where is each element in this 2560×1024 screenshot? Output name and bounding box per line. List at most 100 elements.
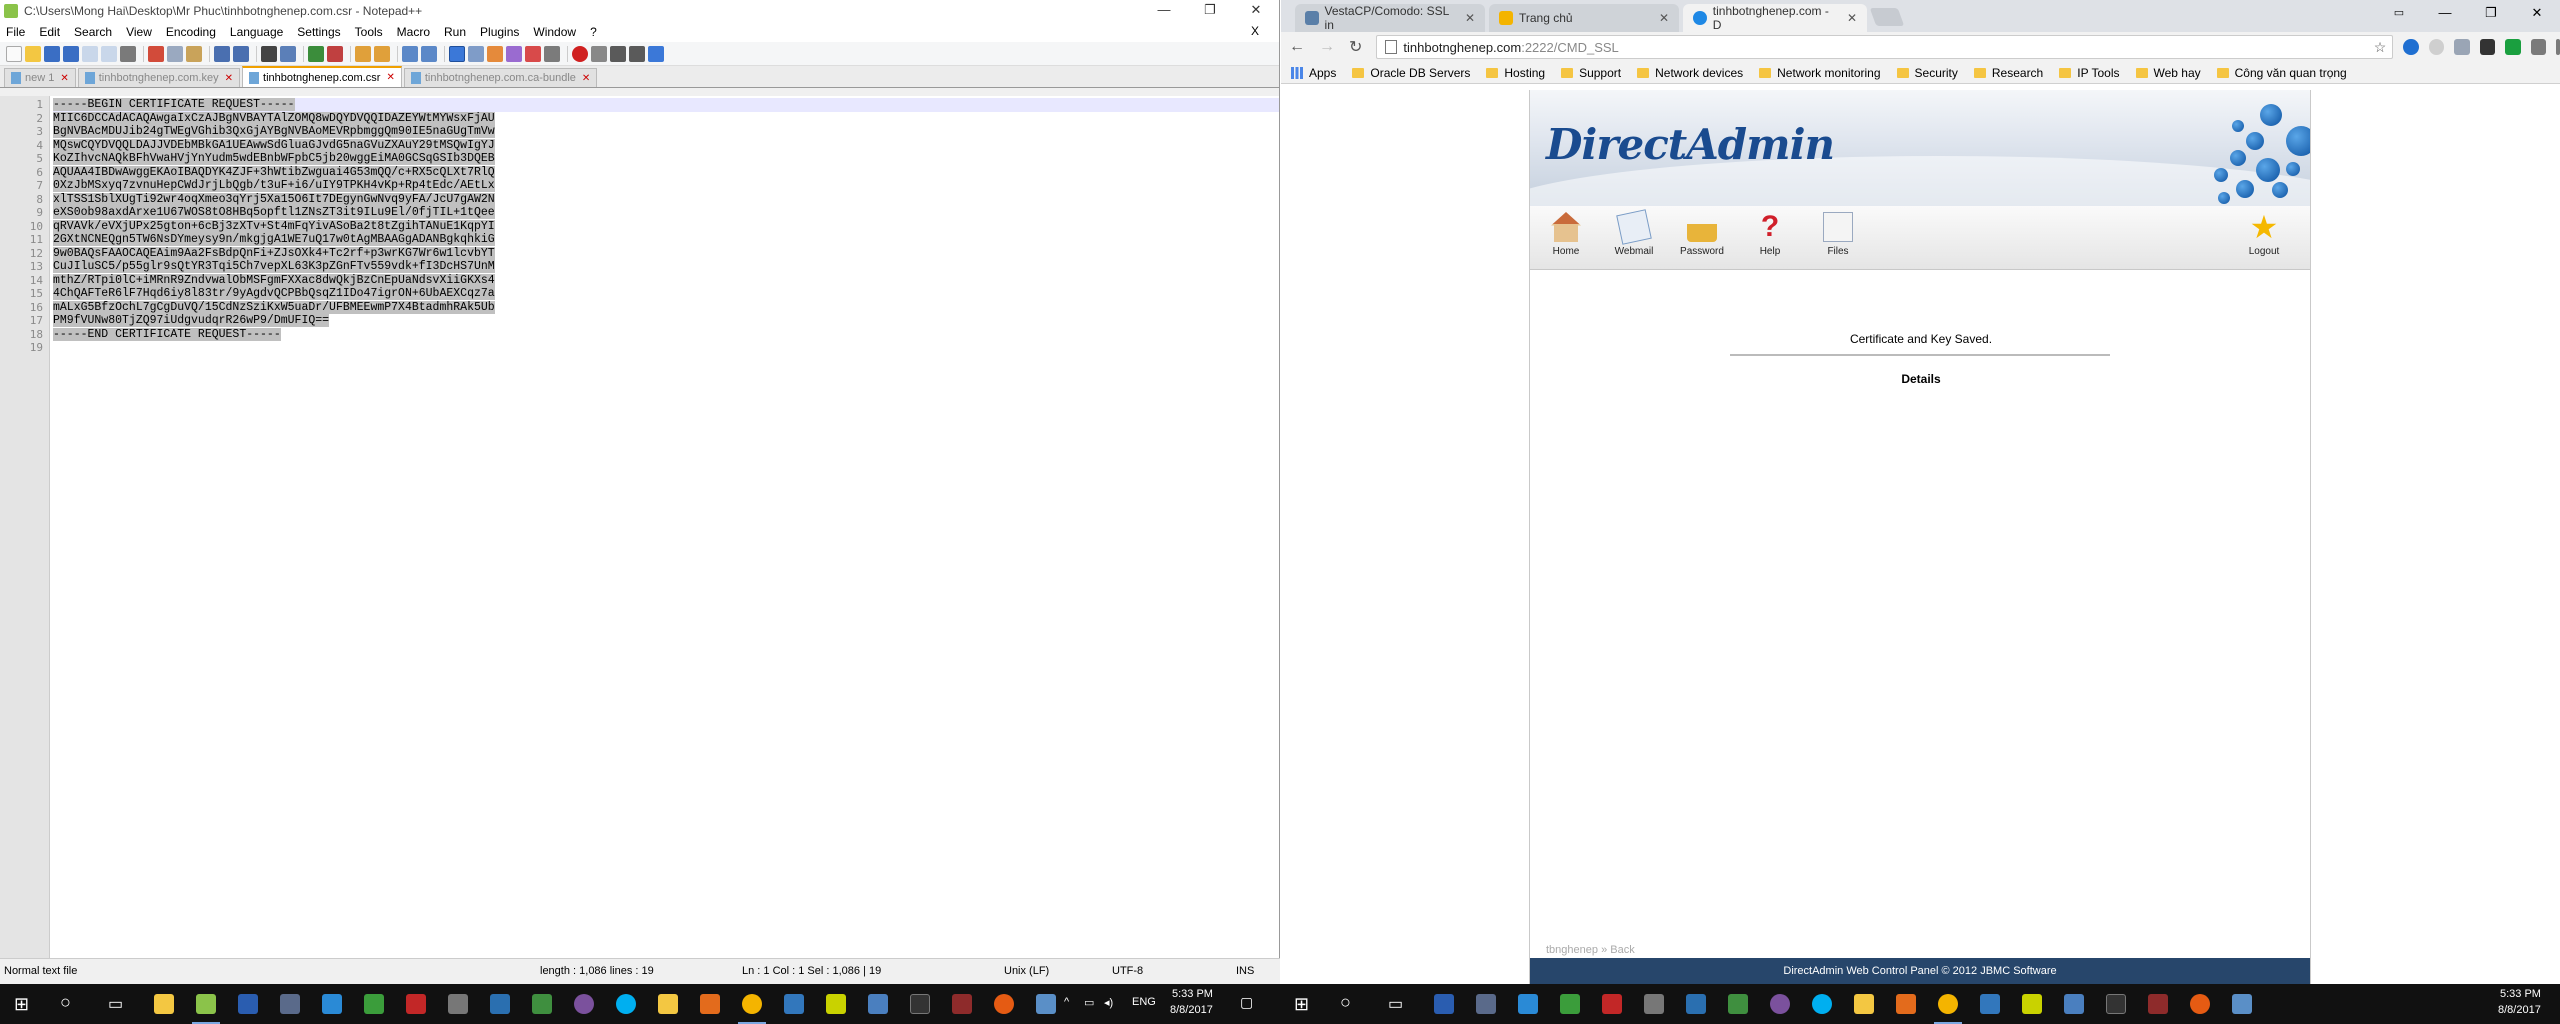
save-all-icon[interactable]	[63, 45, 79, 62]
nav-password[interactable]: Password	[1672, 212, 1732, 257]
skype-icon[interactable]	[1812, 994, 1832, 1014]
menu-help[interactable]: ?	[590, 25, 597, 39]
filezilla-icon[interactable]	[406, 994, 426, 1014]
new-file-icon[interactable]	[6, 45, 22, 62]
copy-icon[interactable]	[167, 45, 183, 62]
back-link[interactable]: Back	[1610, 944, 1634, 956]
close-tab-icon[interactable]: ✕	[1659, 11, 1669, 25]
record-macro-icon[interactable]	[572, 45, 588, 62]
print-icon[interactable]	[120, 45, 136, 62]
bookmark-folder[interactable]: Security	[1896, 66, 1958, 80]
file-explorer-icon[interactable]	[154, 994, 174, 1014]
zoom-in-icon[interactable]	[308, 45, 324, 62]
tab-key-file[interactable]: tinhbotnghenep.com.key ✕	[77, 68, 241, 87]
close-file-icon[interactable]	[82, 45, 98, 62]
app-icon[interactable]	[2232, 994, 2252, 1014]
app-icon[interactable]	[490, 994, 510, 1014]
app-icon[interactable]	[868, 994, 888, 1014]
task-view-icon[interactable]: ▭	[108, 994, 123, 1014]
bookmark-folder[interactable]: Network devices	[1637, 66, 1743, 80]
skype-icon[interactable]	[616, 994, 636, 1014]
bookmark-folder[interactable]: Oracle DB Servers	[1352, 66, 1470, 80]
powershell-icon[interactable]	[238, 994, 258, 1014]
app-icon[interactable]	[1476, 994, 1496, 1014]
sync-horizontal-icon[interactable]	[374, 45, 390, 62]
show-all-chars-icon[interactable]	[421, 45, 437, 62]
text-editor[interactable]: 1 2 3 4 5 6 7 8 9 10 11 12 13 14 15 16 17 18 19 -----BEGIN…	[0, 96, 1279, 958]
app-icon[interactable]	[2064, 994, 2084, 1014]
chrome-tab-trang-chu[interactable]: Trang chủ ✕	[1489, 4, 1679, 32]
firefox-icon[interactable]	[2190, 994, 2210, 1014]
filezilla-icon[interactable]	[1602, 994, 1622, 1014]
chrome-menu-icon[interactable]	[2556, 39, 2560, 55]
user-lang-icon[interactable]	[468, 45, 484, 62]
bookmark-folder[interactable]: Công văn quan trọng	[2216, 66, 2347, 80]
close-document-button[interactable]: X	[1251, 24, 1259, 38]
folder-as-workspace-icon[interactable]	[525, 45, 541, 62]
indent-guide-icon[interactable]	[449, 45, 465, 62]
page-info-icon[interactable]	[1385, 40, 1398, 54]
app-icon[interactable]	[1036, 994, 1056, 1014]
open-file-icon[interactable]	[25, 45, 41, 62]
replace-icon[interactable]	[280, 45, 296, 62]
extension-icon[interactable]	[2530, 39, 2547, 55]
bookmark-star-icon[interactable]: ☆	[2374, 39, 2387, 56]
save-icon[interactable]	[44, 45, 60, 62]
reload-button[interactable]: ↻	[1349, 37, 1362, 57]
minimize-button[interactable]: —	[2422, 0, 2468, 26]
menu-plugins[interactable]: Plugins	[480, 25, 519, 39]
tab-csr-file[interactable]: tinhbotnghenep.com.csr ✕	[242, 66, 402, 87]
app-icon[interactable]	[322, 994, 342, 1014]
app-icon[interactable]	[952, 994, 972, 1014]
cmd-icon[interactable]	[910, 994, 930, 1014]
forward-button[interactable]: →	[1319, 38, 1335, 56]
close-tab-icon[interactable]: ✕	[60, 73, 68, 84]
app-icon[interactable]	[532, 994, 552, 1014]
search-icon[interactable]: ○	[1340, 992, 1351, 1013]
zoom-out-icon[interactable]	[327, 45, 343, 62]
chrome-taskbar-icon[interactable]	[742, 994, 762, 1014]
function-list-icon[interactable]	[506, 45, 522, 62]
run-macro-multiple-icon[interactable]	[629, 45, 645, 62]
menu-settings[interactable]: Settings	[297, 25, 340, 39]
close-button[interactable]: ✕	[1233, 0, 1279, 22]
network-icon[interactable]: ▭	[1084, 996, 1094, 1009]
find-icon[interactable]	[261, 45, 277, 62]
word-wrap-icon[interactable]	[402, 45, 418, 62]
close-button[interactable]: ✕	[2514, 0, 2560, 26]
app-icon[interactable]	[826, 994, 846, 1014]
nav-files[interactable]: Files	[1808, 212, 1868, 257]
menu-macro[interactable]: Macro	[397, 25, 430, 39]
app-icon[interactable]	[1560, 994, 1580, 1014]
menu-tools[interactable]: Tools	[355, 25, 383, 39]
powershell-icon[interactable]	[1434, 994, 1454, 1014]
viber-icon[interactable]	[1770, 994, 1790, 1014]
viber-icon[interactable]	[574, 994, 594, 1014]
close-tab-icon[interactable]: ✕	[1847, 11, 1857, 25]
bookmark-folder[interactable]: IP Tools	[2059, 66, 2120, 80]
chrome-tab-directadmin[interactable]: tinhbotnghenep.com - D ✕	[1683, 4, 1867, 32]
task-view-icon[interactable]: ▭	[1388, 994, 1403, 1014]
bookmark-folder[interactable]: Network monitoring	[1759, 66, 1881, 80]
app-icon[interactable]	[1728, 994, 1748, 1014]
close-tab-icon[interactable]: ✕	[582, 73, 590, 84]
nav-home[interactable]: Home	[1536, 212, 1596, 257]
undo-icon[interactable]	[214, 45, 230, 62]
extension-icon[interactable]	[2479, 39, 2496, 55]
app-icon[interactable]	[784, 994, 804, 1014]
extension-icon[interactable]	[2454, 39, 2470, 55]
doc-map-icon[interactable]	[487, 45, 503, 62]
input-language[interactable]: ENG	[1132, 996, 1156, 1008]
start-button[interactable]: ⊞	[1294, 994, 1309, 1015]
save-macro-icon[interactable]	[648, 45, 664, 62]
minimize-button[interactable]: —	[1141, 0, 1187, 22]
stop-macro-icon[interactable]	[591, 45, 607, 62]
paste-icon[interactable]	[186, 45, 202, 62]
tray-chevron-icon[interactable]: ^	[1064, 996, 1069, 1008]
tab-ca-bundle-file[interactable]: tinhbotnghenep.com.ca-bundle ✕	[403, 68, 598, 87]
breadcrumb-user[interactable]: tbnghenep	[1546, 944, 1598, 956]
extension-icon[interactable]	[2403, 39, 2419, 55]
sync-scroll-icon[interactable]	[355, 45, 371, 62]
app-icon[interactable]	[700, 994, 720, 1014]
chrome-tab-vestacp[interactable]: VestaCP/Comodo: SSL in ✕	[1295, 4, 1485, 32]
